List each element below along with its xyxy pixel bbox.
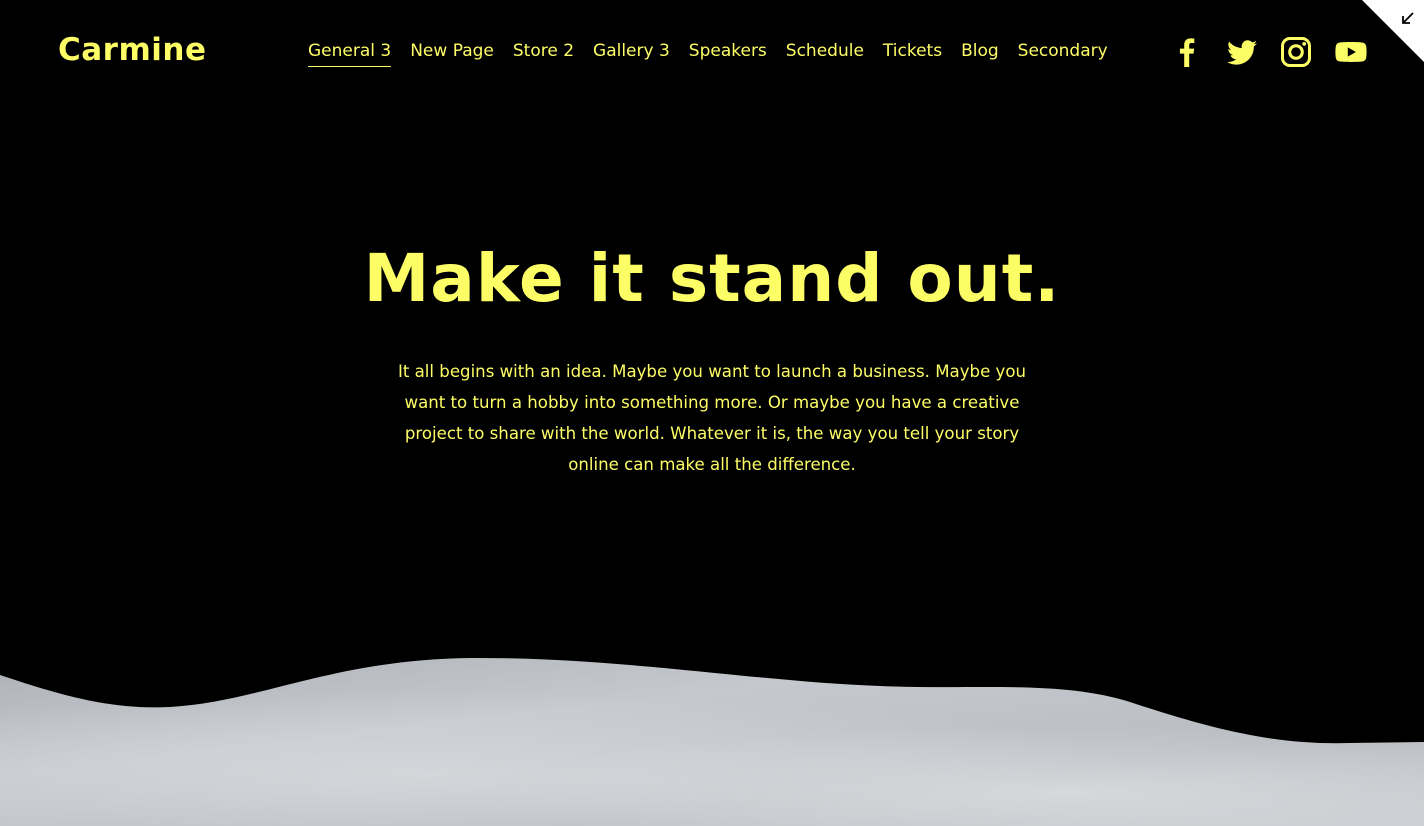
- hero-body: It all begins with an idea. Maybe you wa…: [397, 362, 1027, 474]
- site-header: Carmine General 3 New Page Store 2 Galle…: [0, 0, 1424, 104]
- collapse-arrow-icon[interactable]: [1398, 8, 1418, 28]
- nav-item-blog[interactable]: Blog: [961, 41, 999, 67]
- hero-image: [0, 657, 1424, 826]
- nav-item-store-2[interactable]: Store 2: [513, 41, 574, 67]
- hero-title: Make it stand out.: [363, 240, 1061, 317]
- social-links: [1171, 36, 1367, 68]
- hero-section: Make it stand out. It all begins with an…: [0, 236, 1424, 480]
- nav-item-general-3[interactable]: General 3: [308, 41, 392, 67]
- nav-item-schedule[interactable]: Schedule: [786, 41, 864, 67]
- nav-item-secondary[interactable]: Secondary: [1018, 41, 1108, 67]
- twitter-icon[interactable]: [1226, 36, 1258, 68]
- nav-item-new-page[interactable]: New Page: [410, 41, 494, 67]
- nav-item-gallery-3[interactable]: Gallery 3: [593, 41, 670, 67]
- site-logo[interactable]: Carmine: [58, 32, 206, 68]
- instagram-icon[interactable]: [1280, 36, 1312, 68]
- nav-item-speakers[interactable]: Speakers: [689, 41, 767, 67]
- facebook-icon[interactable]: [1171, 36, 1203, 68]
- main-nav: General 3 New Page Store 2 Gallery 3 Spe…: [308, 41, 1108, 67]
- nav-item-tickets[interactable]: Tickets: [883, 41, 942, 67]
